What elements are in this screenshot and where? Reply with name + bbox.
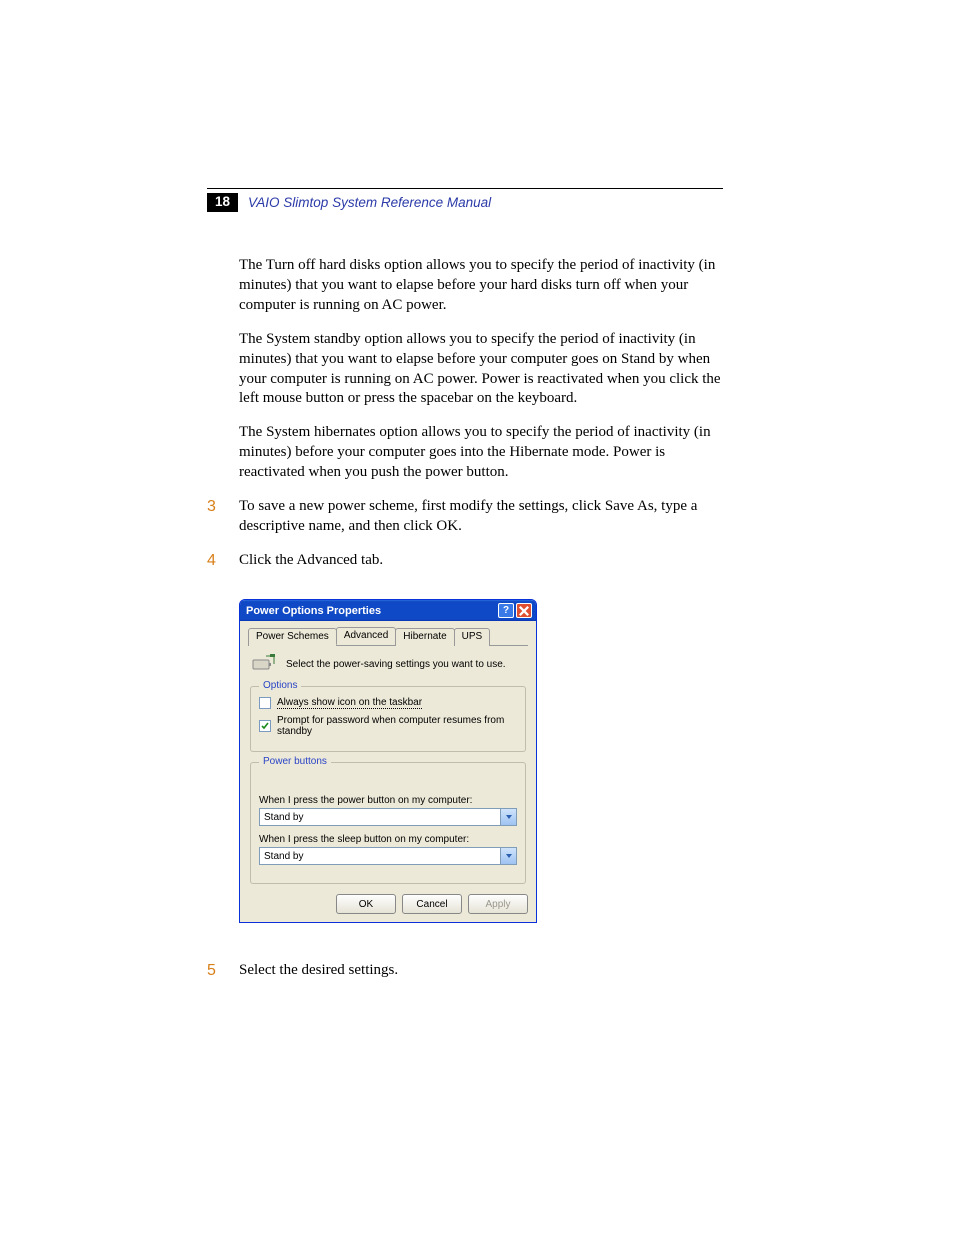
label-sleep-button: When I press the sleep button on my comp… [259, 834, 517, 845]
manual-title: VAIO Slimtop System Reference Manual [248, 195, 491, 210]
step-number-5: 5 [207, 961, 239, 981]
options-groupbox: Options Always show icon on the taskbar … [250, 686, 526, 752]
step-text-5: Select the desired settings. [239, 961, 723, 981]
dialog-titlebar[interactable]: Power Options Properties ? [240, 600, 536, 621]
step-text-3: To save a new power scheme, first modify… [239, 497, 723, 537]
power-buttons-group-title: Power buttons [259, 756, 331, 767]
checkbox-prompt-password[interactable] [259, 720, 271, 732]
page-number: 18 [207, 193, 238, 212]
tab-strip: Power Schemes Advanced Hibernate UPS [248, 627, 528, 646]
step-text-4: Click the Advanced tab. [239, 551, 723, 571]
paragraph-hibernate: The System hibernates option allows you … [239, 423, 723, 483]
paragraph-standby: The System standby option allows you to … [239, 330, 723, 410]
tab-power-schemes[interactable]: Power Schemes [248, 628, 337, 646]
help-icon[interactable]: ? [498, 603, 514, 618]
tab-advanced[interactable]: Advanced [336, 627, 396, 645]
ok-button[interactable]: OK [336, 894, 396, 914]
label-show-icon: Always show icon on the taskbar [277, 697, 422, 709]
combo-power-button[interactable]: Stand by [259, 808, 517, 826]
paragraph-hard-disks: The Turn off hard disks option allows yo… [239, 256, 723, 316]
combo-power-button-value: Stand by [264, 812, 303, 823]
step-number-4: 4 [207, 551, 239, 571]
battery-icon [252, 654, 276, 674]
combo-sleep-button[interactable]: Stand by [259, 847, 517, 865]
power-buttons-groupbox: Power buttons When I press the power but… [250, 762, 526, 884]
close-icon[interactable] [516, 603, 532, 618]
step-number-3: 3 [207, 497, 239, 537]
label-power-button: When I press the power button on my comp… [259, 795, 517, 806]
cancel-button[interactable]: Cancel [402, 894, 462, 914]
apply-button[interactable]: Apply [468, 894, 528, 914]
dialog-intro-text: Select the power-saving settings you wan… [286, 659, 506, 670]
tab-hibernate[interactable]: Hibernate [395, 628, 454, 646]
tab-ups[interactable]: UPS [454, 628, 491, 646]
chevron-down-icon[interactable] [500, 809, 516, 825]
combo-sleep-button-value: Stand by [264, 851, 303, 862]
checkbox-show-icon[interactable] [259, 697, 271, 709]
options-group-title: Options [259, 680, 301, 691]
chevron-down-icon[interactable] [500, 848, 516, 864]
power-options-dialog: Power Options Properties ? Power Schemes… [239, 599, 537, 923]
dialog-title: Power Options Properties [246, 605, 381, 617]
label-prompt-password: Prompt for password when computer resume… [277, 715, 517, 737]
